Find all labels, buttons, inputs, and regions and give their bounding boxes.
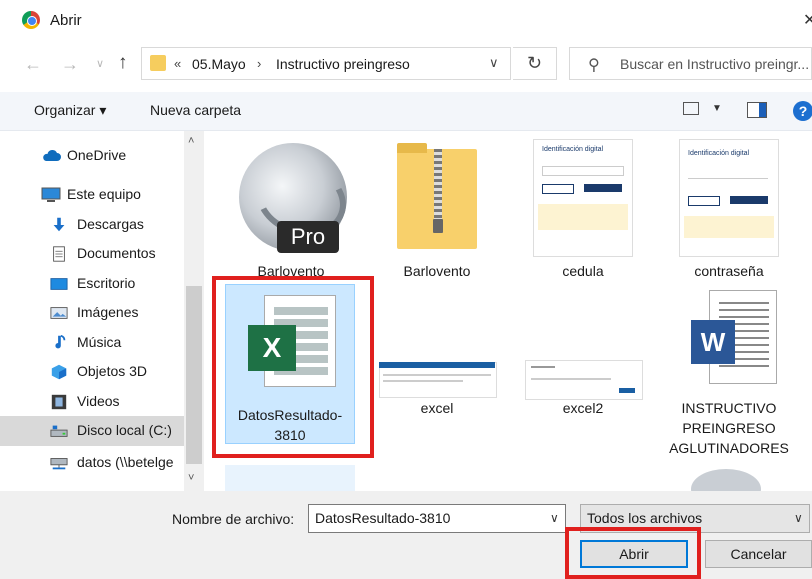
sidebar-item-label: Música [77,334,122,350]
thumb-heading: Identificación digital [542,146,604,153]
sidebar-item-videos[interactable]: Videos [0,387,184,416]
sidebar-item-label: Objetos 3D [77,363,148,379]
sidebar-item-label: Disco local (C:) [77,422,172,438]
sidebar-item-imagenes[interactable]: Imágenes [0,298,184,327]
file-name: cedula [562,263,604,279]
highlight-box-file [212,276,374,458]
help-icon[interactable]: ? [793,101,812,121]
download-icon [53,217,65,232]
screenshot-thumbnail [379,284,497,398]
computer-icon [41,187,61,202]
sidebar-item-onedrive[interactable]: OneDrive [0,141,184,170]
music-icon [55,335,66,349]
overflow-chevron-icon[interactable]: « [174,56,181,71]
sidebar-item-label: Documentos [77,245,156,261]
search-box[interactable]: ⚲ Buscar en Instructivo preingr... [569,47,812,80]
up-button[interactable]: ↑ [118,52,128,74]
view-dropdown-icon[interactable]: ▼ [712,103,722,114]
highlight-box-open [565,527,701,579]
sidebar-scrollbar[interactable]: ˄ ˅ [184,131,204,491]
sidebar-item-label: Escritorio [77,275,136,291]
filename-label: Nombre de archivo: [172,511,295,527]
google-earth-pro-icon: Pro [231,139,357,257]
back-button[interactable]: ← [24,54,42,75]
close-icon[interactable]: ✕ [803,10,812,30]
scroll-thumb[interactable] [186,286,202,464]
desktop-icon [50,278,68,290]
pro-badge: Pro [277,221,339,253]
sidebar-item-escritorio[interactable]: Escritorio [0,269,184,298]
word-icon: W [679,284,779,394]
network-drive-icon [50,458,68,470]
toolbar: Organizar ▾ Nueva carpeta ▼ ? [0,92,812,131]
word-letter: W [691,320,735,364]
screenshot-thumbnail: Identificación digital [679,139,779,257]
file-item[interactable]: W INSTRUCTIVO PREINGRESO AGLUTINADORES [649,284,809,458]
scroll-down-icon[interactable]: ˅ [188,472,194,484]
file-name: contraseña [694,263,764,279]
breadcrumb-item[interactable]: Instructivo preingreso [276,56,410,72]
search-input[interactable]: Buscar en Instructivo preingr... [620,56,809,72]
filename-value[interactable]: DatosResultado-3810 [315,510,450,526]
file-name: excel2 [562,400,604,416]
filename-input[interactable]: DatosResultado-3810 ∨ [308,504,566,533]
file-item[interactable]: Identificación digital contraseña [659,139,799,281]
file-item-partial[interactable] [691,469,761,491]
cube-icon [51,364,67,380]
screenshot-thumbnail: Identificación digital [533,139,633,257]
search-icon: ⚲ [588,57,600,74]
screenshot-thumbnail [525,284,643,400]
document-icon [53,246,65,262]
sidebar-item-musica[interactable]: Música [0,328,184,357]
sidebar-item-este-equipo[interactable]: Este equipo [0,180,184,209]
sidebar-item-label: OneDrive [67,147,127,163]
file-name: excel [420,400,454,416]
filetype-value[interactable]: Todos los archivos [587,510,702,526]
sidebar-item-descargas[interactable]: Descargas [0,210,184,239]
file-item[interactable]: Pro Barlovento [221,139,361,281]
sidebar-item-label: Imágenes [77,304,139,320]
file-item[interactable]: excel2 [513,284,653,418]
sidebar-item-datos[interactable]: datos (\\betelge [0,448,184,477]
forward-button[interactable]: → [61,54,79,75]
address-bar[interactable]: « 05.Mayo › Instructivo preingreso ∨ [141,47,511,80]
sidebar-item-disco-local[interactable]: Disco local (C:) [0,416,184,446]
refresh-button[interactable]: ↻ [513,47,557,80]
breadcrumb-item[interactable]: 05.Mayo [192,56,246,72]
file-item[interactable]: Barlovento [367,139,507,281]
chevron-down-icon[interactable]: ∨ [794,511,803,525]
pictures-icon [50,307,68,319]
breadcrumb-separator-icon[interactable]: › [257,56,261,71]
sidebar-item-label: Videos [77,393,120,409]
zip-folder-icon [397,139,477,257]
chrome-icon [22,11,40,29]
sidebar-item-label: datos (\\betelge [77,454,174,470]
file-item-partial[interactable] [225,465,355,491]
preview-pane-icon[interactable] [747,102,767,118]
thumb-heading: Identificación digital [688,150,750,157]
file-name: INSTRUCTIVO PREINGRESO AGLUTINADORES [669,400,789,456]
navigation-pane: OneDrive Este equipo Descargas Documento… [0,131,204,491]
sidebar-item-documentos[interactable]: Documentos [0,239,184,268]
scroll-up-icon[interactable]: ˄ [188,135,194,147]
chevron-down-icon[interactable]: ∨ [550,511,559,525]
new-folder-button[interactable]: Nueva carpeta [150,102,241,118]
cloud-icon [43,149,61,161]
folder-icon [150,55,166,71]
recent-locations-button[interactable]: ∨ [96,57,104,70]
window-title: Abrir [50,12,82,29]
sidebar-item-label: Descargas [77,216,144,232]
title-bar: Abrir ✕ [0,0,812,40]
sidebar-item-label: Este equipo [67,186,141,202]
view-options-icon[interactable] [683,102,699,115]
drive-icon [50,425,68,437]
file-name: Barlovento [403,263,471,279]
file-item[interactable]: Identificación digital cedula [513,139,653,281]
organize-button[interactable]: Organizar ▾ [34,102,106,119]
cancel-button[interactable]: Cancelar [705,540,812,568]
file-item[interactable]: excel [367,284,507,418]
chevron-down-icon[interactable]: ∨ [489,55,499,71]
sidebar-item-objetos-3d[interactable]: Objetos 3D [0,357,184,386]
film-icon [51,394,67,410]
